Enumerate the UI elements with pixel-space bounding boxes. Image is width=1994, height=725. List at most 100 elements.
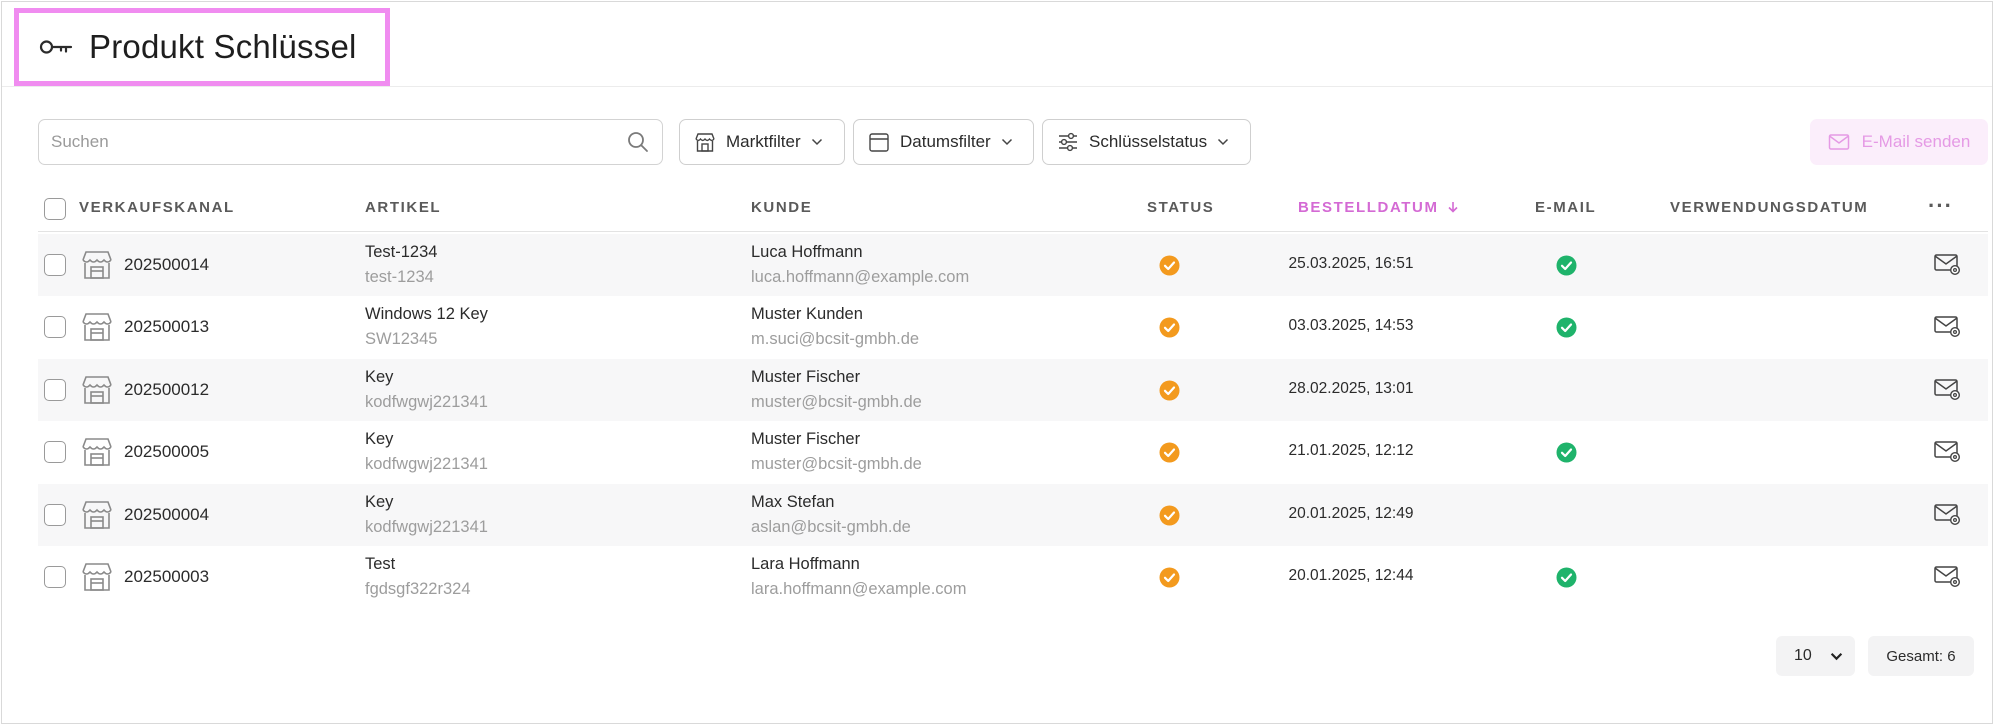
order-number: 202500005 <box>124 442 210 462</box>
send-mail-icon[interactable] <box>1934 439 1961 463</box>
send-mail-icon[interactable] <box>1934 377 1961 401</box>
article-name: Key <box>365 430 394 449</box>
row-checkbox[interactable] <box>44 254 66 276</box>
customer-email: lara.hoffmann@example.com <box>751 580 967 598</box>
total-count: Gesamt: 6 <box>1868 636 1974 676</box>
status-check-icon <box>1159 255 1180 276</box>
chevron-down-icon <box>1830 652 1843 660</box>
column-header-status[interactable]: STATUS <box>1147 199 1214 216</box>
column-header-usage-date[interactable]: VERWENDUNGSDATUM <box>1670 199 1868 216</box>
article-code: kodfwgwj221341 <box>365 392 488 411</box>
search-icon[interactable] <box>626 130 650 154</box>
table-header: VERKAUFSKANAL ARTIKEL KUNDE STATUS BESTE… <box>38 185 1988 232</box>
table-row[interactable]: 202500013 Windows 12 Key SW12345 Muster Kun… <box>38 296 1988 358</box>
column-header-order-date[interactable]: BESTELLDATUM <box>1298 199 1459 216</box>
order-number: 202500012 <box>124 379 210 399</box>
customer-email: luca.hoffmann@example.com <box>751 268 970 286</box>
order-date: 21.01.2025, 12:12 <box>1288 442 1414 460</box>
article-code: SW12345 <box>365 330 438 349</box>
table-row[interactable]: 202500012 Key kodfwgwj221341 Muster Fischer… <box>38 358 1988 421</box>
page: Produkt Schlüssel Marktfilter Datumsfilt… <box>1 1 1993 724</box>
store-icon <box>80 498 114 532</box>
status-check-icon <box>1159 567 1180 588</box>
search-box[interactable] <box>38 119 663 165</box>
store-icon <box>80 435 114 469</box>
order-date: 03.03.2025, 14:53 <box>1288 317 1414 335</box>
table-row[interactable]: 202500005 Key kodfwgwj221341 Muster Fischer… <box>38 421 1988 483</box>
customer-name: Luca Hoffmann <box>751 243 863 261</box>
email-sent-check-icon <box>1556 255 1577 276</box>
row-checkbox[interactable] <box>44 441 66 464</box>
key-icon <box>39 40 73 54</box>
customer-name: Muster Kunden <box>751 305 863 324</box>
article-code: fgdsgf322r324 <box>365 580 471 598</box>
customer-name: Muster Fischer <box>751 430 861 449</box>
market-filter-button[interactable]: Marktfilter <box>679 119 845 165</box>
arrow-down-icon <box>1448 202 1458 213</box>
status-check-icon <box>1159 505 1180 526</box>
mail-icon <box>1828 134 1849 150</box>
article-name: Windows 12 Key <box>365 305 488 324</box>
row-checkbox[interactable] <box>44 378 66 401</box>
send-mail-icon[interactable] <box>1934 252 1961 276</box>
store-icon <box>80 248 114 282</box>
store-icon <box>695 133 715 152</box>
article-code: kodfwgwj221341 <box>365 455 488 474</box>
chevron-down-icon <box>1001 138 1012 146</box>
order-date: 20.01.2025, 12:44 <box>1288 567 1414 584</box>
row-checkbox[interactable] <box>44 316 66 339</box>
send-email-button[interactable]: E-Mail senden <box>1810 119 1988 165</box>
row-checkbox[interactable] <box>44 503 66 526</box>
order-date-label: BESTELLDATUM <box>1298 199 1439 216</box>
key-status-filter-label: Schlüsselstatus <box>1089 132 1208 151</box>
customer-name: Lara Hoffmann <box>751 555 860 573</box>
store-icon <box>80 310 114 344</box>
send-mail-icon[interactable] <box>1934 564 1961 588</box>
table-row[interactable]: 202500004 Key kodfwgwj221341 Max Stefan asla… <box>38 483 1988 546</box>
email-sent-check-icon <box>1556 317 1577 338</box>
column-header-article[interactable]: ARTIKEL <box>365 199 441 216</box>
customer-name: Muster Fischer <box>751 367 861 386</box>
column-header-channel[interactable]: VERKAUFSKANAL <box>79 199 235 216</box>
order-number: 202500013 <box>124 317 210 337</box>
chevron-down-icon <box>811 138 822 146</box>
status-check-icon <box>1159 317 1180 338</box>
article-code: test-1234 <box>365 268 434 286</box>
date-filter-label: Datumsfilter <box>900 132 991 151</box>
email-sent-check-icon <box>1556 567 1577 588</box>
store-icon <box>80 373 114 407</box>
customer-name: Max Stefan <box>751 492 835 511</box>
order-number: 202500014 <box>124 255 210 274</box>
search-input[interactable] <box>51 132 626 152</box>
send-mail-icon[interactable] <box>1934 314 1961 338</box>
key-status-filter-button[interactable]: Schlüsselstatus <box>1042 119 1251 165</box>
column-header-customer[interactable]: KUNDE <box>751 199 812 216</box>
select-all-checkbox[interactable] <box>44 198 66 220</box>
send-mail-icon[interactable] <box>1934 502 1961 526</box>
order-number: 202500003 <box>124 567 210 586</box>
column-header-email[interactable]: E-MAIL <box>1535 199 1596 216</box>
order-number: 202500004 <box>124 504 210 524</box>
more-options-icon[interactable]: ··· <box>1928 193 1953 219</box>
page-size-value: 10 <box>1794 647 1812 664</box>
market-filter-label: Marktfilter <box>726 132 801 151</box>
page-header: Produkt Schlüssel <box>14 8 390 86</box>
status-check-icon <box>1159 442 1180 463</box>
order-date: 25.03.2025, 16:51 <box>1288 255 1414 272</box>
sliders-icon <box>1059 132 1077 152</box>
table-row[interactable]: 202500014 Test-1234 test-1234 Luca Hoffmann… <box>38 234 1988 296</box>
send-email-label: E-Mail senden <box>1861 132 1971 151</box>
article-name: Test-1234 <box>365 243 438 261</box>
customer-email: m.suci@bcsit-gmbh.de <box>751 330 920 349</box>
email-sent-check-icon <box>1556 442 1577 463</box>
order-date: 28.02.2025, 13:01 <box>1288 379 1414 397</box>
row-checkbox[interactable] <box>44 566 66 588</box>
article-code: kodfwgwj221341 <box>365 517 488 536</box>
page-size-select[interactable]: 10 <box>1776 636 1855 676</box>
table-row[interactable]: 202500003 Test fgdsgf322r324 Lara Hoffmann l… <box>38 546 1988 608</box>
chevron-down-icon <box>1218 138 1229 146</box>
page-title: Produkt Schlüssel <box>89 28 357 65</box>
article-name: Key <box>365 492 394 511</box>
store-icon <box>80 560 114 594</box>
date-filter-button[interactable]: Datumsfilter <box>853 119 1034 165</box>
